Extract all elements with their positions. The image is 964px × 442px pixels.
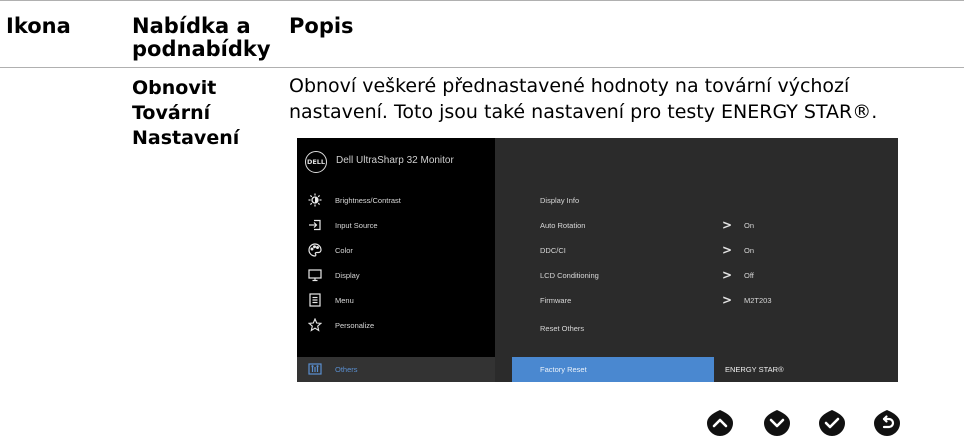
down-button[interactable]: [762, 408, 792, 438]
submenu-value: Off: [744, 271, 754, 280]
osd-main-menu: DELL Dell UltraSharp 32 Monitor Brightne…: [297, 138, 495, 382]
back-arrow-icon: [874, 410, 900, 436]
submenu-item-lcd-conditioning[interactable]: LCD Conditioning: [512, 263, 692, 288]
submenu-item-label: Reset Others: [540, 324, 585, 333]
menu-item-label: Input Source: [335, 221, 378, 230]
menu-item-menu[interactable]: Menu: [297, 288, 495, 313]
header-bottom-rule: [0, 67, 964, 68]
monitor-model: Dell UltraSharp 32 Monitor: [336, 155, 454, 166]
menu-item-label: Display: [335, 271, 360, 280]
menu-item-display[interactable]: Display: [297, 263, 495, 288]
description-line: nastavení. Toto jsou také nastavení pro …: [289, 101, 878, 123]
header-description: Popis: [289, 14, 354, 38]
menu-item-color[interactable]: Color: [297, 238, 495, 263]
submenu-item-label: Firmware: [540, 296, 572, 305]
submenu-item-label: Auto Rotation: [540, 221, 586, 230]
header-icon: Ikona: [6, 14, 71, 38]
chevron-up-icon: [707, 410, 733, 436]
ok-button[interactable]: [817, 408, 847, 438]
input-source-icon: [307, 218, 323, 233]
brightness-icon: [307, 193, 323, 208]
row-description: Obnoví veškeré přednastavené hodnoty na …: [289, 73, 959, 125]
osd-title-bar: DELL Dell UltraSharp 32 Monitor: [297, 138, 495, 186]
menu-item-label: Personalize: [335, 321, 375, 330]
table-top-rule: [0, 0, 964, 1]
submenu-item-auto-rotation[interactable]: Auto Rotation: [512, 213, 692, 238]
menu-item-personalize[interactable]: Personalize: [297, 313, 495, 338]
submenu-value: On: [744, 221, 755, 230]
menu-item-label: Menu: [335, 296, 354, 305]
chevron-right-icon: >: [722, 218, 733, 232]
submenu-item-factory-reset[interactable]: Factory Reset: [512, 357, 714, 382]
menu-item-label: Color: [335, 246, 353, 255]
chevron-down-icon: [764, 410, 790, 436]
chevron-right-icon: >: [722, 293, 733, 307]
header-menu-line2: podnabídky: [132, 37, 271, 61]
description-line: Obnoví veškeré přednastavené hodnoty na …: [289, 75, 850, 97]
submenu-item-label: Factory Reset: [540, 365, 587, 374]
row-label-line: Nastavení: [132, 127, 240, 149]
checkmark-icon: [819, 410, 845, 436]
submenu-value: On: [744, 246, 755, 255]
osd-screenshot: DELL Dell UltraSharp 32 Monitor Brightne…: [297, 138, 898, 382]
row-label-line: Obnovit: [132, 77, 217, 99]
submenu-item-firmware[interactable]: Firmware: [512, 288, 692, 313]
up-button[interactable]: [705, 408, 735, 438]
menu-item-brightness-contrast[interactable]: Brightness/Contrast: [297, 188, 495, 213]
dell-logo: DELL: [305, 151, 327, 173]
row-label-line: Tovární: [132, 102, 211, 124]
color-palette-icon: [307, 243, 323, 258]
submenu-item-label: Display Info: [540, 196, 580, 205]
back-button[interactable]: [872, 408, 902, 438]
display-icon: [307, 268, 323, 283]
submenu-item-display-info[interactable]: Display Info: [512, 188, 692, 213]
row-label: Obnovit Tovární Nastavení: [132, 76, 239, 151]
others-icon: [307, 362, 323, 377]
chevron-right-icon: >: [722, 243, 733, 257]
menu-item-label: Others: [335, 365, 358, 374]
energy-star-label: ENERGY STAR®: [725, 365, 784, 374]
submenu-item-reset-others[interactable]: Reset Others: [512, 316, 692, 341]
menu-item-label: Brightness/Contrast: [335, 196, 401, 205]
menu-item-input-source[interactable]: Input Source: [297, 213, 495, 238]
chevron-right-icon: >: [722, 268, 733, 282]
star-icon: [307, 317, 323, 333]
submenu-item-ddc-ci[interactable]: DDC/CI: [512, 238, 692, 263]
menu-item-others[interactable]: Others: [297, 357, 495, 382]
submenu-item-label: DDC/CI: [540, 246, 566, 255]
menu-icon: [307, 293, 323, 308]
submenu-item-label: LCD Conditioning: [540, 271, 599, 280]
submenu-value: M2T203: [744, 296, 772, 305]
header-menu-line1: Nabídka a: [132, 14, 251, 38]
